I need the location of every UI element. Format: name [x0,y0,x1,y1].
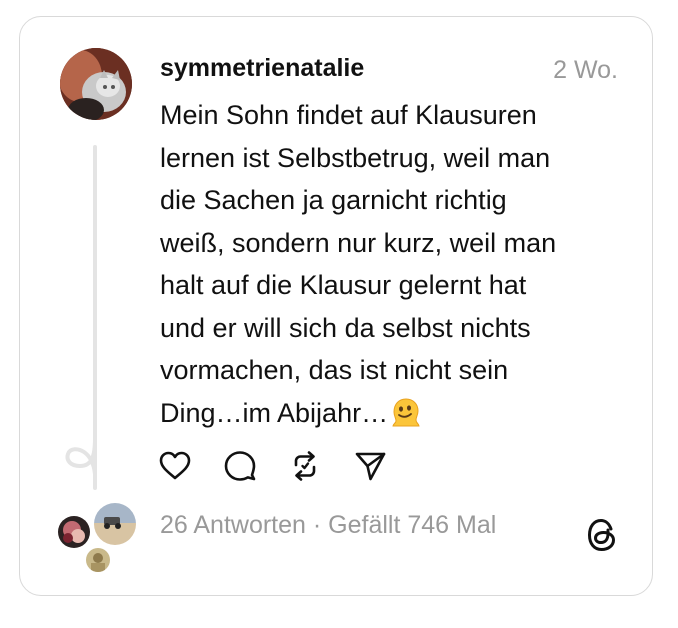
post-stats: 26 Antworten · Gefällt 746 Mal [160,511,496,540]
post-text-line: vormachen, das ist nicht sein [160,355,509,385]
post-time: 2 Wo. [553,56,618,84]
reply-avatar-image [58,516,90,548]
like-button[interactable] [158,449,192,483]
share-button[interactable] [353,449,387,483]
post-text-line: und er will sich da selbst nichts [160,312,531,343]
user-avatar[interactable] [60,48,132,120]
post-text: Mein Sohn findet auf Klausuren lernen is… [160,94,630,434]
melting-face-emoji-icon [392,397,420,426]
post-text-line: Mein Sohn findet auf Klausuren [160,100,537,130]
username[interactable]: symmetrienatalie [160,54,364,83]
stats-separator: · [305,511,329,539]
reply-avatar-image [86,548,110,572]
post-text-line: Ding…im Abijahr… [160,397,389,428]
reply-button[interactable] [223,449,257,483]
threads-logo-icon[interactable] [584,516,620,554]
reply-avatar [84,546,112,574]
heart-icon [159,451,191,480]
reply-avatar-image [94,503,136,545]
thread-loop-icon [65,436,97,476]
avatar-image [60,48,132,120]
post-text-line: halt auf die Klausur gelernt hat [160,270,527,300]
reply-avatar [56,514,92,550]
comment-icon [224,451,256,481]
repost-button[interactable] [288,449,322,483]
reply-avatar [92,501,138,547]
send-icon [355,452,386,481]
post-text-line: weiß, sondern nur kurz, weil man [160,227,557,258]
post-text-line-last: Ding…im Abijahr… [160,392,630,435]
repost-icon [294,451,316,481]
likes-count[interactable]: Gefällt 746 Mal [328,511,496,539]
post-text-line: die Sachen ja garnicht richtig [160,185,507,215]
post-text-line: lernen ist Selbstbetrug, weil man [160,142,551,173]
replies-count[interactable]: 26 Antworten [160,511,306,539]
